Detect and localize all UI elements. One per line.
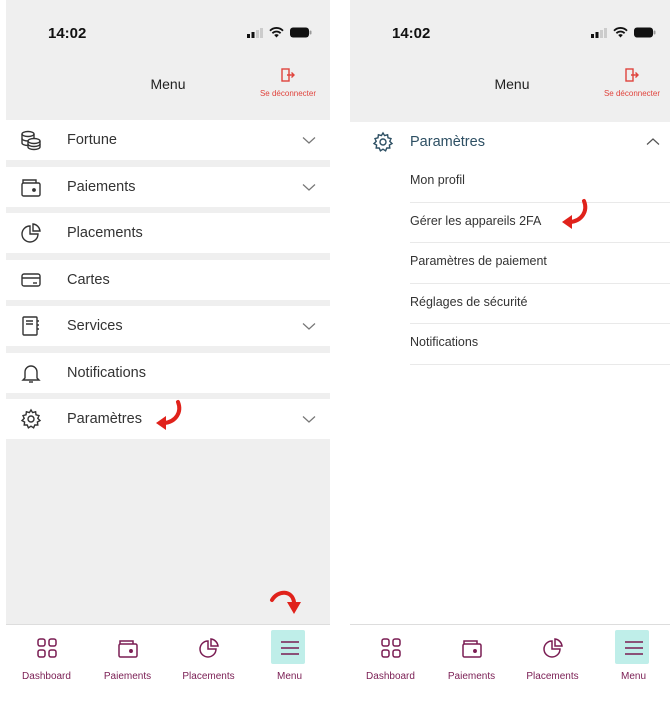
tab-label: Placements (526, 671, 579, 682)
menu-item-label: Placements (67, 225, 143, 241)
gear-icon (372, 131, 394, 152)
tab-label: Placements (182, 671, 235, 682)
tab-placements[interactable]: Placements (512, 625, 593, 682)
submenu-item-label: Réglages de sécurité (410, 294, 528, 309)
menu-item-label: Fortune (67, 132, 117, 148)
wifi-icon (269, 27, 284, 38)
menu-item-paiements[interactable]: Paiements (6, 166, 330, 207)
submenu-item-notifications[interactable]: Notifications (410, 324, 670, 365)
wifi-icon (613, 27, 628, 38)
submenu-item-gerer-2fa[interactable]: Gérer les appareils 2FA (410, 203, 670, 243)
coins-icon (21, 130, 41, 151)
submenu-background (350, 362, 670, 624)
menu-item-notifications[interactable]: Notifications (6, 352, 330, 393)
logout-button[interactable]: Se déconnecter (596, 68, 668, 98)
pie-chart-icon (21, 223, 41, 243)
tab-dashboard[interactable]: Dashboard (6, 625, 87, 682)
status-time: 14:02 (392, 25, 431, 42)
tab-menu[interactable]: Menu (249, 625, 330, 682)
battery-icon (634, 27, 656, 38)
dashboard-icon (380, 638, 401, 658)
submenu-item-parametres-paiement[interactable]: Paramètres de paiement (410, 243, 670, 284)
submenu-item-label: Paramètres de paiement (410, 254, 547, 268)
tab-paiements[interactable]: Paiements (431, 625, 512, 682)
pie-chart-icon (198, 638, 219, 658)
chevron-down-icon (302, 416, 316, 423)
status-icons (591, 27, 656, 38)
wallet-icon (117, 640, 138, 658)
battery-icon (290, 27, 312, 38)
wallet-icon (21, 178, 41, 197)
annotation-arrow-icon (270, 590, 301, 614)
chevron-up-icon (646, 138, 660, 145)
signal-icon (591, 27, 607, 38)
bell-icon (21, 364, 41, 383)
status-time: 14:02 (48, 25, 87, 42)
logout-icon (281, 68, 295, 82)
tab-label: Paiements (103, 671, 152, 682)
chevron-down-icon (302, 137, 316, 144)
main-menu: Fortune Paiements Placements Cartes Serv… (6, 120, 330, 446)
menu-item-placements[interactable]: Placements (6, 213, 330, 253)
submenu-item-mon-profil[interactable]: Mon profil (410, 162, 670, 203)
menu-item-label: Paiements (67, 178, 136, 195)
menu-item-services[interactable]: Services (6, 306, 330, 346)
dashboard-icon (36, 638, 57, 658)
status-bar: 14:02 (350, 0, 670, 66)
submenu-item-label: Mon profil (410, 173, 465, 187)
menu-item-label: Services (67, 318, 123, 334)
menu-item-cartes[interactable]: Cartes (6, 259, 330, 300)
phone-screen-right: 14:02 Menu Se déconnecter Paramètres Mon… (350, 0, 670, 704)
menu-item-label: Paramètres (67, 411, 142, 427)
submenu-item-reglages-securite[interactable]: Réglages de sécurité (410, 284, 670, 324)
logout-label: Se déconnecter (603, 89, 661, 98)
logout-icon (625, 68, 639, 82)
menu-item-label: Cartes (67, 271, 110, 288)
pie-chart-icon (542, 638, 563, 658)
logout-button[interactable]: Se déconnecter (252, 68, 324, 98)
status-icons (247, 27, 312, 38)
signal-icon (247, 27, 263, 38)
menu-item-label: Paramètres (410, 134, 485, 150)
chevron-down-icon (302, 323, 316, 330)
tab-menu[interactable]: Menu (593, 625, 670, 682)
annotation-arrow-icon (562, 199, 588, 229)
tab-label: Menu (620, 671, 646, 682)
tab-label: Dashboard (366, 671, 415, 682)
status-bar: 14:02 (6, 0, 330, 66)
phone-screen-left: 14:02 Menu Se déconnecter Fortune Paieme… (6, 0, 330, 704)
submenu-item-label: Notifications (410, 335, 479, 349)
tab-bar: Dashboard Paiements Placements Menu (6, 624, 330, 704)
hamburger-icon (624, 641, 643, 655)
menu-item-label: Notifications (67, 364, 146, 381)
tab-dashboard[interactable]: Dashboard (350, 625, 431, 682)
header: Menu Se déconnecter (350, 66, 670, 122)
hamburger-icon (280, 641, 299, 655)
parametres-submenu: Paramètres Mon profil Gérer les appareil… (350, 122, 670, 365)
tab-label: Dashboard (22, 671, 71, 682)
tab-placements[interactable]: Placements (168, 625, 249, 682)
menu-item-fortune[interactable]: Fortune (6, 120, 330, 160)
submenu-item-label: Gérer les appareils 2FA (410, 213, 542, 228)
gear-icon (20, 408, 42, 429)
annotation-arrow-icon (156, 400, 182, 430)
tab-label: Paiements (447, 671, 496, 682)
tab-paiements[interactable]: Paiements (87, 625, 168, 682)
logout-label: Se déconnecter (259, 89, 317, 98)
notebook-icon (22, 316, 39, 336)
chevron-down-icon (302, 183, 316, 191)
wallet-icon (461, 640, 482, 658)
card-icon (21, 272, 41, 287)
menu-item-parametres[interactable]: Paramètres (350, 122, 670, 162)
tab-label: Menu (276, 671, 302, 682)
tab-bar: Dashboard Paiements Placements Menu (350, 624, 670, 704)
header: Menu Se déconnecter (6, 66, 330, 122)
